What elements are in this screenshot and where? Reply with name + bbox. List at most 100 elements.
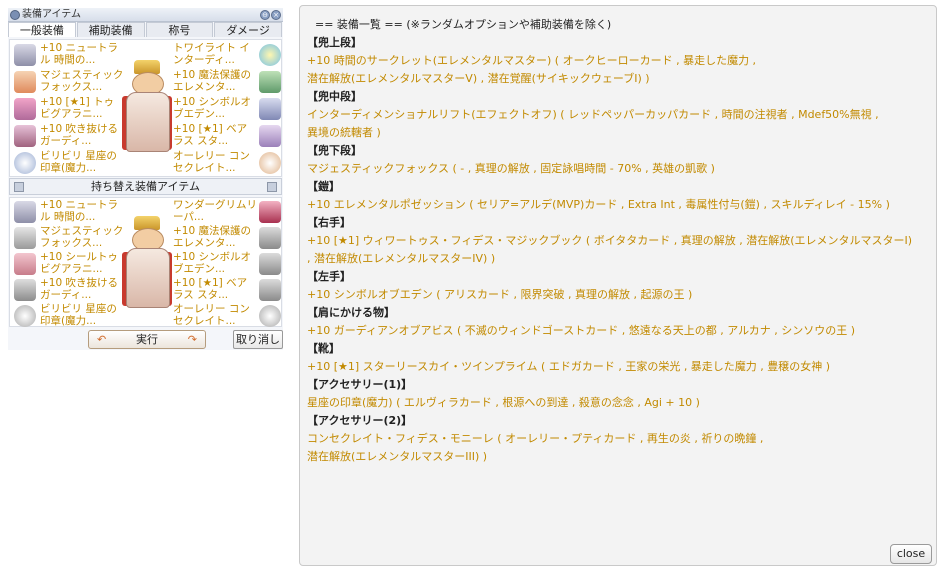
- equipment-item-line: コンセクレイト・フィデス・モニーレ ( オーレリー・プティカード , 再生の炎 …: [307, 432, 764, 445]
- swap-slot-left-hand[interactable]: +10 シンボルオブエデン...: [173, 251, 283, 277]
- window-title: 装備アイテム: [22, 9, 81, 20]
- cancel-button[interactable]: 取り消し: [233, 330, 283, 349]
- slot-garment-label: +10 吹き抜けるガーディ...: [40, 123, 118, 147]
- swap-slot-shoes-label: +10 [★1] ベアラス スタ...: [173, 277, 248, 301]
- swap-slot-armor[interactable]: +10 魔法保護のエレメンタ...: [173, 225, 283, 251]
- slot-head-mid-label: マジェスティックフォックス...: [40, 69, 124, 93]
- equipment-slot-heading: 【肩にかける物】: [307, 306, 395, 319]
- equipment-list-window: == 装備一覧 == (※ランダムオプションや補助装備を除く) 【兜上段】 +10…: [299, 5, 937, 566]
- circlet-icon: [14, 201, 36, 223]
- fox-hat-icon: [14, 227, 36, 249]
- slot-accessory-2[interactable]: オーレリー コンセクレイト...: [173, 150, 283, 176]
- equipment-slot-heading: 【兜上段】: [307, 36, 362, 49]
- book-icon: [14, 98, 36, 120]
- slot-armor[interactable]: +10 魔法保護のエレメンタ...: [173, 69, 283, 95]
- slot-left-hand[interactable]: +10 シンボルオブエデン...: [173, 96, 283, 122]
- character-body: [126, 248, 170, 308]
- swap-slot-head-mid-label: マジェスティックフォックス...: [40, 225, 124, 249]
- equipment-item-line: +10 シンボルオブエデン ( アリスカード , 限界突破 , 真理の解放 , …: [307, 288, 693, 301]
- accessory-icon: [259, 305, 281, 327]
- close-icon[interactable]: ×: [271, 10, 281, 20]
- slot-head-low-label: トワイライト インターディ...: [173, 42, 250, 66]
- manteau-icon: [14, 125, 36, 147]
- equipment-item-line: インターディメンショナルリフト(エフェクトオフ) ( レッドペッパーカッパカード…: [307, 108, 879, 121]
- seal-icon: [14, 152, 36, 174]
- slot-right-hand[interactable]: +10 [★1] トゥビグアラニ...: [12, 96, 122, 122]
- equipment-item-line: 潜在解放(エレメンタルマスターIII) ): [307, 450, 488, 463]
- swap-slot-left-hand-label: +10 シンボルオブエデン...: [173, 251, 251, 275]
- collapse-right-icon: [267, 182, 277, 192]
- execute-button[interactable]: ↶ 実行 ↷: [88, 330, 206, 349]
- swap-slot-head-top[interactable]: +10 ニュートラル 時間の...: [12, 199, 122, 225]
- swap-slot-garment[interactable]: +10 吹き抜けるガーディ...: [12, 277, 122, 303]
- slot-armor-label: +10 魔法保護のエレメンタ...: [173, 69, 251, 93]
- equipment-slot-heading: 【兜下段】: [307, 144, 362, 157]
- slot-shoes[interactable]: +10 [★1] ベアラス スタ...: [173, 123, 283, 149]
- tab-general-equipment[interactable]: 一般装備: [8, 22, 76, 37]
- arrow-right-icon: ↷: [187, 333, 197, 346]
- swap-slot-shoes[interactable]: +10 [★1] ベアラス スタ...: [173, 277, 283, 303]
- slot-garment[interactable]: +10 吹き抜けるガーディ...: [12, 123, 122, 149]
- equipment-list-title: == 装備一覧 == (※ランダムオプションや補助装備を除く): [315, 18, 612, 31]
- armor-icon: [259, 227, 281, 249]
- swap-items-panel: +10 ニュートラル 時間の... マジェスティックフォックス... +10 シ…: [9, 197, 282, 327]
- lower-headgear-icon: [259, 44, 281, 66]
- slot-right-hand-label: +10 [★1] トゥビグアラニ...: [40, 96, 115, 120]
- character-sprite: [122, 60, 172, 156]
- swap-slot-right-hand-label: +10 シールトゥビグアラニ...: [40, 251, 118, 275]
- slot-head-low[interactable]: トワイライト インターディ...: [173, 42, 283, 68]
- slot-shoes-label: +10 [★1] ベアラス スタ...: [173, 123, 248, 147]
- seal-icon: [14, 305, 36, 327]
- equipment-window: 装備アイテム ⊖ × 一般装備 補助装備 称号 ダメージ +10 ニュートラル …: [8, 8, 283, 350]
- slot-head-mid[interactable]: マジェスティックフォックス...: [12, 69, 124, 95]
- swap-slot-accessory-2[interactable]: オーレリー コンセクレイト...: [173, 303, 283, 329]
- wings-icon: [259, 201, 281, 223]
- equipment-slot-heading: 【アクセサリー(1)】: [307, 378, 413, 391]
- shield-icon: [259, 253, 281, 275]
- accessory-icon: [259, 152, 281, 174]
- equipment-tabs: 一般装備 補助装備 称号 ダメージ: [8, 22, 283, 38]
- manteau-icon: [14, 279, 36, 301]
- equipment-item-line: +10 [★1] スターリースカイ・ツインプライム ( エドガカード , 王家の…: [307, 360, 831, 373]
- shoes-icon: [259, 279, 281, 301]
- equipment-titlebar[interactable]: 装備アイテム ⊖ ×: [8, 8, 283, 22]
- collapse-left-icon: [14, 182, 24, 192]
- slot-head-top-label: +10 ニュートラル 時間の...: [40, 42, 118, 66]
- tab-support-equipment[interactable]: 補助装備: [76, 22, 145, 37]
- swap-slot-accessory-1[interactable]: ビリビリ 星座の印章(魔力...: [12, 303, 122, 329]
- slot-accessory-1[interactable]: ビリビリ 星座の印章(魔力...: [12, 150, 122, 176]
- equipment-item-line: +10 [★1] ウィワートゥス・フィデス・マジックブック ( ボイタタカード …: [307, 234, 913, 247]
- swap-slot-head-top-label: +10 ニュートラル 時間の...: [40, 199, 118, 223]
- tab-damage[interactable]: ダメージ: [214, 22, 282, 37]
- swap-equipment-title: 持ち替え装備アイテム: [91, 180, 200, 193]
- equipment-item-line: +10 時間のサークレット(エレメンタルマスター) ( オークヒーローカード ,…: [307, 54, 757, 67]
- swap-slot-right-hand[interactable]: +10 シールトゥビグアラニ...: [12, 251, 122, 277]
- swap-equipment-header[interactable]: 持ち替え装備アイテム: [9, 178, 282, 195]
- equipment-item-line: , 潜在解放(エレメンタルマスターIV) ): [307, 252, 496, 265]
- swap-slot-accessory-1-label: ビリビリ 星座の印章(魔力...: [40, 303, 117, 327]
- equipment-slot-heading: 【靴】: [307, 342, 340, 355]
- equipment-slot-heading: 【鎧】: [307, 180, 340, 193]
- equipment-item-line: マジェスティックフォックス ( - , 真理の解放 , 固定詠唱時間 - 70%…: [307, 162, 715, 175]
- equipped-items-panel: +10 ニュートラル 時間の... マジェスティックフォックス... +10 […: [9, 39, 282, 177]
- swap-slot-head-low[interactable]: ワンダーグリムリーパ...: [173, 199, 283, 225]
- swap-slot-armor-label: +10 魔法保護のエレメンタ...: [173, 225, 251, 249]
- wand-icon: [14, 253, 36, 275]
- tab-title[interactable]: 称号: [145, 22, 214, 37]
- equipment-list-content: == 装備一覧 == (※ランダムオプションや補助装備を除く) 【兜上段】 +10…: [307, 16, 927, 466]
- equipment-slot-heading: 【左手】: [307, 270, 351, 283]
- execute-button-label: 実行: [136, 333, 158, 346]
- slot-accessory-2-label: オーレリー コンセクレイト...: [173, 150, 250, 174]
- close-button[interactable]: close: [890, 544, 932, 564]
- equipment-bottom-bar: ↶ 実行 ↷ 取り消し: [8, 329, 283, 350]
- swap-slot-head-low-label: ワンダーグリムリーパ...: [173, 199, 257, 223]
- equipment-item-line: 潜在解放(エレメンタルマスターV) , 潜在覚醒(サイキックウェーブI) ): [307, 72, 650, 85]
- swap-slot-accessory-2-label: オーレリー コンセクレイト...: [173, 303, 250, 327]
- minimize-icon[interactable]: ⊖: [260, 10, 270, 20]
- slot-left-hand-label: +10 シンボルオブエデン...: [173, 96, 251, 120]
- equipment-item-line: 星座の印章(魔力) ( エルヴィラカード , 根源への到達 , 殺意の念念 , …: [307, 396, 700, 409]
- swap-slot-head-mid[interactable]: マジェスティックフォックス...: [12, 225, 124, 251]
- slot-head-top[interactable]: +10 ニュートラル 時間の...: [12, 42, 122, 68]
- circlet-icon: [14, 44, 36, 66]
- equipment-item-line: +10 エレメンタルポゼッション ( セリア=アルデ(MVP)カード , Ext…: [307, 198, 890, 211]
